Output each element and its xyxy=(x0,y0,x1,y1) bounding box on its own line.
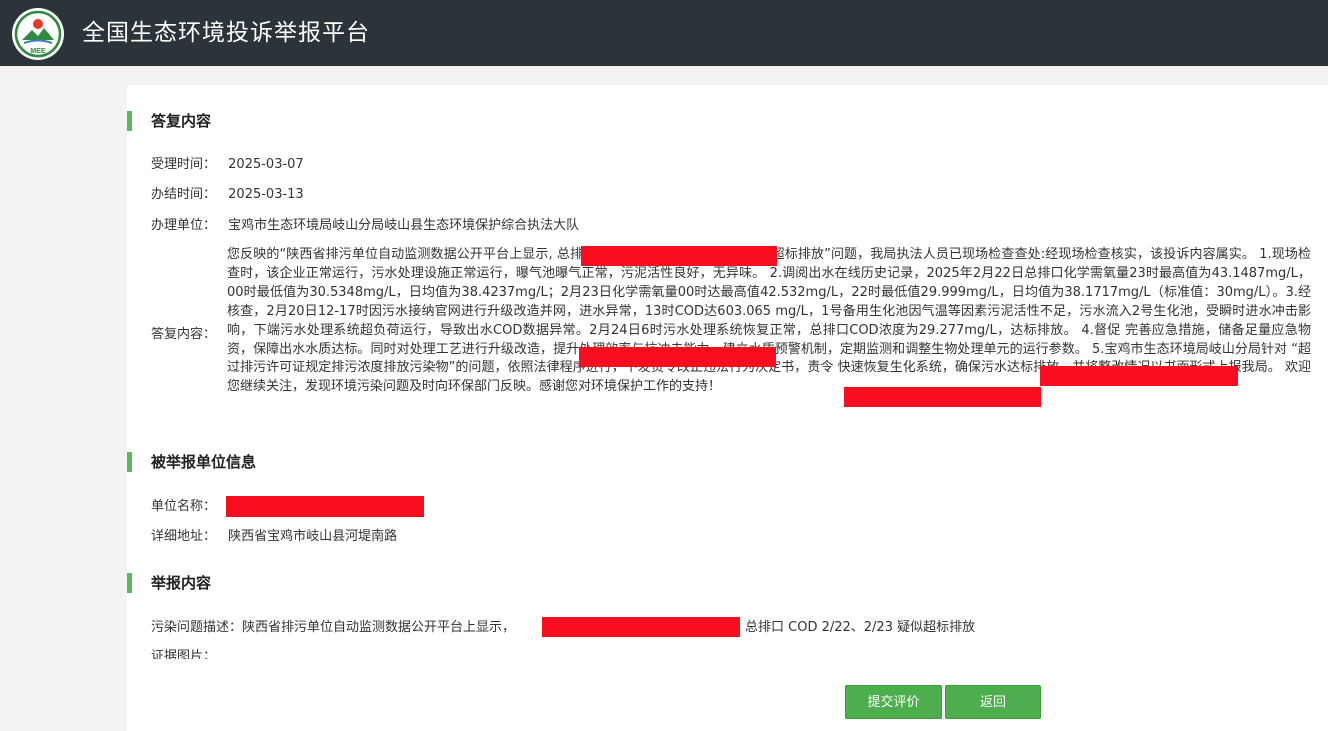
reply-content-label: 答复内容： xyxy=(151,327,217,342)
accept-time-label: 受理时间： xyxy=(151,157,217,172)
address-label: 详细地址： xyxy=(151,529,217,544)
section-accent-bar xyxy=(127,452,132,472)
pollution-desc-prefix: 陕西省排污单位自动监测数据公开平台上显示， xyxy=(242,620,516,635)
accept-time-row: 受理时间： 2025-03-07 xyxy=(151,155,304,175)
section-accent-bar xyxy=(127,111,132,131)
back-button[interactable]: 返回 xyxy=(945,685,1041,719)
report-heading-text: 举报内容 xyxy=(151,574,212,592)
handling-unit-value: 宝鸡市生态环境局岐山分局岐山县生态环境保护综合执法大队 xyxy=(228,218,580,233)
redaction-block xyxy=(844,387,1041,407)
pollution-desc-suffix: 总排口 COD 2/22、2/23 疑似超标排放 xyxy=(745,620,976,635)
section-accent-bar xyxy=(127,573,132,593)
unit-name-row: 单位名称： xyxy=(151,497,216,517)
mee-logo-icon: MEE xyxy=(12,8,64,60)
finish-time-label: 办结时间： xyxy=(151,187,217,202)
site-title: 全国生态环境投诉举报平台 xyxy=(82,20,370,46)
address-row: 详细地址： 陕西省宝鸡市岐山县河堤南路 xyxy=(151,527,397,547)
report-section-heading: 举报内容 xyxy=(127,573,211,593)
reply-heading-text: 答复内容 xyxy=(151,112,212,130)
redaction-block xyxy=(226,496,424,517)
reply-section-heading: 答复内容 xyxy=(127,111,211,131)
redaction-block xyxy=(1040,366,1238,386)
svg-text:MEE: MEE xyxy=(30,48,46,55)
pollution-desc-label: 污染问题描述： xyxy=(151,620,243,635)
pollution-desc-row: 污染问题描述：陕西省排污单位自动监测数据公开平台上显示， xyxy=(151,618,515,638)
redaction-block xyxy=(581,246,777,266)
unit-name-label: 单位名称： xyxy=(151,499,217,514)
redaction-block xyxy=(579,347,776,367)
finish-time-row: 办结时间： 2025-03-13 xyxy=(151,185,304,205)
reported-unit-heading-text: 被举报单位信息 xyxy=(151,453,257,471)
redaction-block xyxy=(542,617,740,637)
submit-review-button[interactable]: 提交评价 xyxy=(845,685,942,719)
handling-unit-row: 办理单位： 宝鸡市生态环境局岐山分局岐山县生态环境保护综合执法大队 xyxy=(151,216,579,236)
handling-unit-label: 办理单位： xyxy=(151,218,217,233)
accept-time-value: 2025-03-07 xyxy=(228,157,304,172)
finish-time-value: 2025-03-13 xyxy=(228,187,304,202)
top-header: MEE 全国生态环境投诉举报平台 xyxy=(0,0,1328,66)
evidence-label-cutoff: 证据图片： xyxy=(151,649,217,659)
reported-unit-section-heading: 被举报单位信息 xyxy=(127,452,256,472)
address-value: 陕西省宝鸡市岐山县河堤南路 xyxy=(228,529,398,544)
